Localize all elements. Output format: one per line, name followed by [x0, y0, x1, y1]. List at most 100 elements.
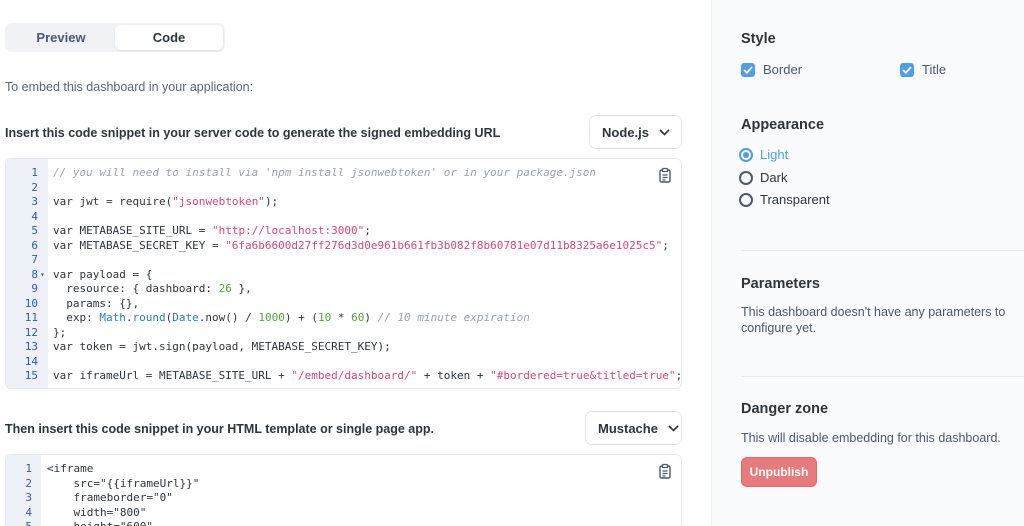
code-line: 10 params: {},	[6, 297, 681, 312]
code-line: 3 var jwt = require("jsonwebtoken");	[6, 195, 681, 210]
tab-code[interactable]: Code	[115, 25, 223, 50]
line-number: 2	[25, 476, 32, 490]
danger-zone-title: Danger zone	[741, 401, 829, 417]
code-token: "6fa6b6600d27ff276d3d0e961b661fb3b082f8b…	[225, 238, 663, 252]
line-number: 5	[6, 520, 32, 526]
code-line: 13 var token = jwt.sign(payload, METABASE…	[6, 340, 681, 355]
radio-light[interactable]: Light	[739, 147, 788, 162]
line-number: 1	[31, 166, 38, 179]
code-line: 2 src="{{iframeUrl}}"	[6, 477, 681, 492]
line-number: 3	[25, 491, 32, 504]
server-language-select[interactable]: Node.js	[589, 115, 682, 149]
code-token: width="800"	[47, 505, 147, 519]
tab-preview[interactable]: Preview	[7, 25, 115, 50]
code-text: };	[53, 326, 66, 341]
fold-arrow-icon[interactable]: ▾	[40, 268, 45, 283]
client-template-select[interactable]: Mustache	[585, 411, 682, 445]
embed-settings-sidebar: Style Border Title Appearance Light Dark…	[711, 0, 1024, 526]
code-text: params: {},	[53, 297, 139, 312]
style-title: Style	[741, 31, 776, 47]
radio-dark[interactable]: Dark	[739, 170, 787, 185]
code-token: ) + (	[284, 311, 318, 324]
border-checkbox[interactable]: Border	[741, 62, 802, 77]
line-number: 13	[24, 340, 38, 353]
danger-zone-text: This will disable embedding for this das…	[741, 431, 1001, 445]
code-line: 1 <iframe	[6, 462, 681, 477]
code-token: round	[132, 311, 166, 324]
title-checkbox[interactable]: Title	[900, 62, 946, 77]
code-text: width="800"	[47, 506, 146, 521]
divider	[741, 376, 1024, 377]
client-code-label: Then insert this code snippet in your HT…	[5, 422, 434, 436]
code-token: <iframe	[47, 462, 94, 475]
code-line: 6 var METABASE_SECRET_KEY = "6fa6b6600d27…	[6, 239, 681, 254]
code-text: var iframeUrl = METABASE_SITE_URL + "/em…	[53, 369, 681, 384]
copy-icon[interactable]	[657, 167, 673, 183]
chevron-down-icon	[659, 128, 670, 136]
code-token: // you will need to install via 'npm ins…	[53, 166, 597, 179]
code-token: 1000	[258, 311, 285, 324]
client-code-editor[interactable]: 1 <iframe 2 src="{{iframeUrl}}" 3 framebord…	[5, 454, 682, 526]
server-code-lines: 1 // you will need to install via 'npm in…	[6, 166, 681, 384]
radio-transparent[interactable]: Transparent	[739, 192, 830, 207]
line-number: 4	[25, 505, 32, 519]
code-token: )	[364, 311, 378, 324]
code-token: "jsonwebtoken"	[172, 195, 265, 208]
radio-unselected-icon	[739, 170, 753, 185]
radio-selected-icon	[739, 147, 753, 162]
checkbox-checked-icon	[900, 62, 914, 77]
code-text: var jwt = require("jsonwebtoken");	[53, 195, 278, 210]
server-code-editor[interactable]: 1 // you will need to install via 'npm in…	[5, 158, 682, 389]
code-token: Math	[99, 311, 126, 324]
code-line: 15 var iframeUrl = METABASE_SITE_URL + "/…	[6, 369, 681, 384]
code-line: 5 height="600"	[6, 520, 681, 526]
line-number: 7	[31, 253, 38, 266]
code-token: var METABASE_SITE_URL =	[53, 224, 212, 237]
code-text: var METABASE_SECRET_KEY = "6fa6b6600d27f…	[53, 239, 669, 254]
code-token: },	[231, 282, 252, 295]
line-number: 5	[31, 224, 38, 237]
line-number: 6	[31, 238, 38, 252]
client-template-value: Mustache	[598, 420, 658, 436]
code-token: resource: { dashboard:	[53, 282, 219, 295]
code-line: 8 ▾ var payload = {	[6, 268, 681, 283]
line-number: 11	[24, 311, 38, 324]
line-number: 3	[31, 195, 38, 208]
line-number: 4	[31, 209, 38, 223]
code-line: 5 var METABASE_SITE_URL = "http://localho…	[6, 224, 681, 239]
code-token: );	[264, 195, 279, 208]
radio-transparent-label: Transparent	[760, 192, 830, 207]
code-token: 10	[317, 311, 332, 324]
code-text: var METABASE_SITE_URL = "http://localhos…	[53, 224, 371, 239]
code-token: .now() /	[198, 311, 259, 324]
radio-light-label: Light	[760, 147, 789, 162]
code-line: 1 // you will need to install via 'npm in…	[6, 166, 681, 181]
code-token: "/embed/dashboard/"	[291, 369, 418, 382]
code-token: height="600"	[47, 520, 152, 526]
code-line: 12};	[6, 326, 681, 341]
code-token: exp:	[53, 311, 100, 324]
code-token: 26	[218, 282, 232, 295]
code-line: 7	[6, 253, 681, 268]
radio-unselected-icon	[739, 192, 753, 207]
server-code-label: Insert this code snippet in your server …	[5, 126, 501, 140]
chevron-down-icon	[668, 424, 679, 432]
code-token: "#bordered=true&titled=true"	[490, 369, 676, 382]
code-token: var payload = {	[53, 267, 153, 281]
code-token: "http://localhost:3000"	[211, 224, 365, 237]
code-token: 60	[351, 311, 365, 324]
code-line: 4 width="800"	[6, 506, 681, 521]
code-token: var iframeUrl = METABASE_SITE_URL +	[53, 369, 292, 382]
server-language-value: Node.js	[602, 124, 649, 140]
line-number: 15	[24, 369, 38, 382]
code-token: var jwt = require(	[53, 195, 173, 208]
code-text: height="600"	[47, 520, 152, 526]
unpublish-button[interactable]: Unpublish	[741, 457, 817, 487]
code-token: ;	[364, 224, 371, 237]
code-token: params: {},	[53, 296, 140, 310]
copy-icon[interactable]	[657, 463, 673, 479]
code-token: + token +	[417, 369, 491, 382]
code-token: *	[331, 311, 352, 324]
line-number: 2	[31, 180, 38, 194]
code-text: frameborder="0"	[47, 491, 172, 506]
